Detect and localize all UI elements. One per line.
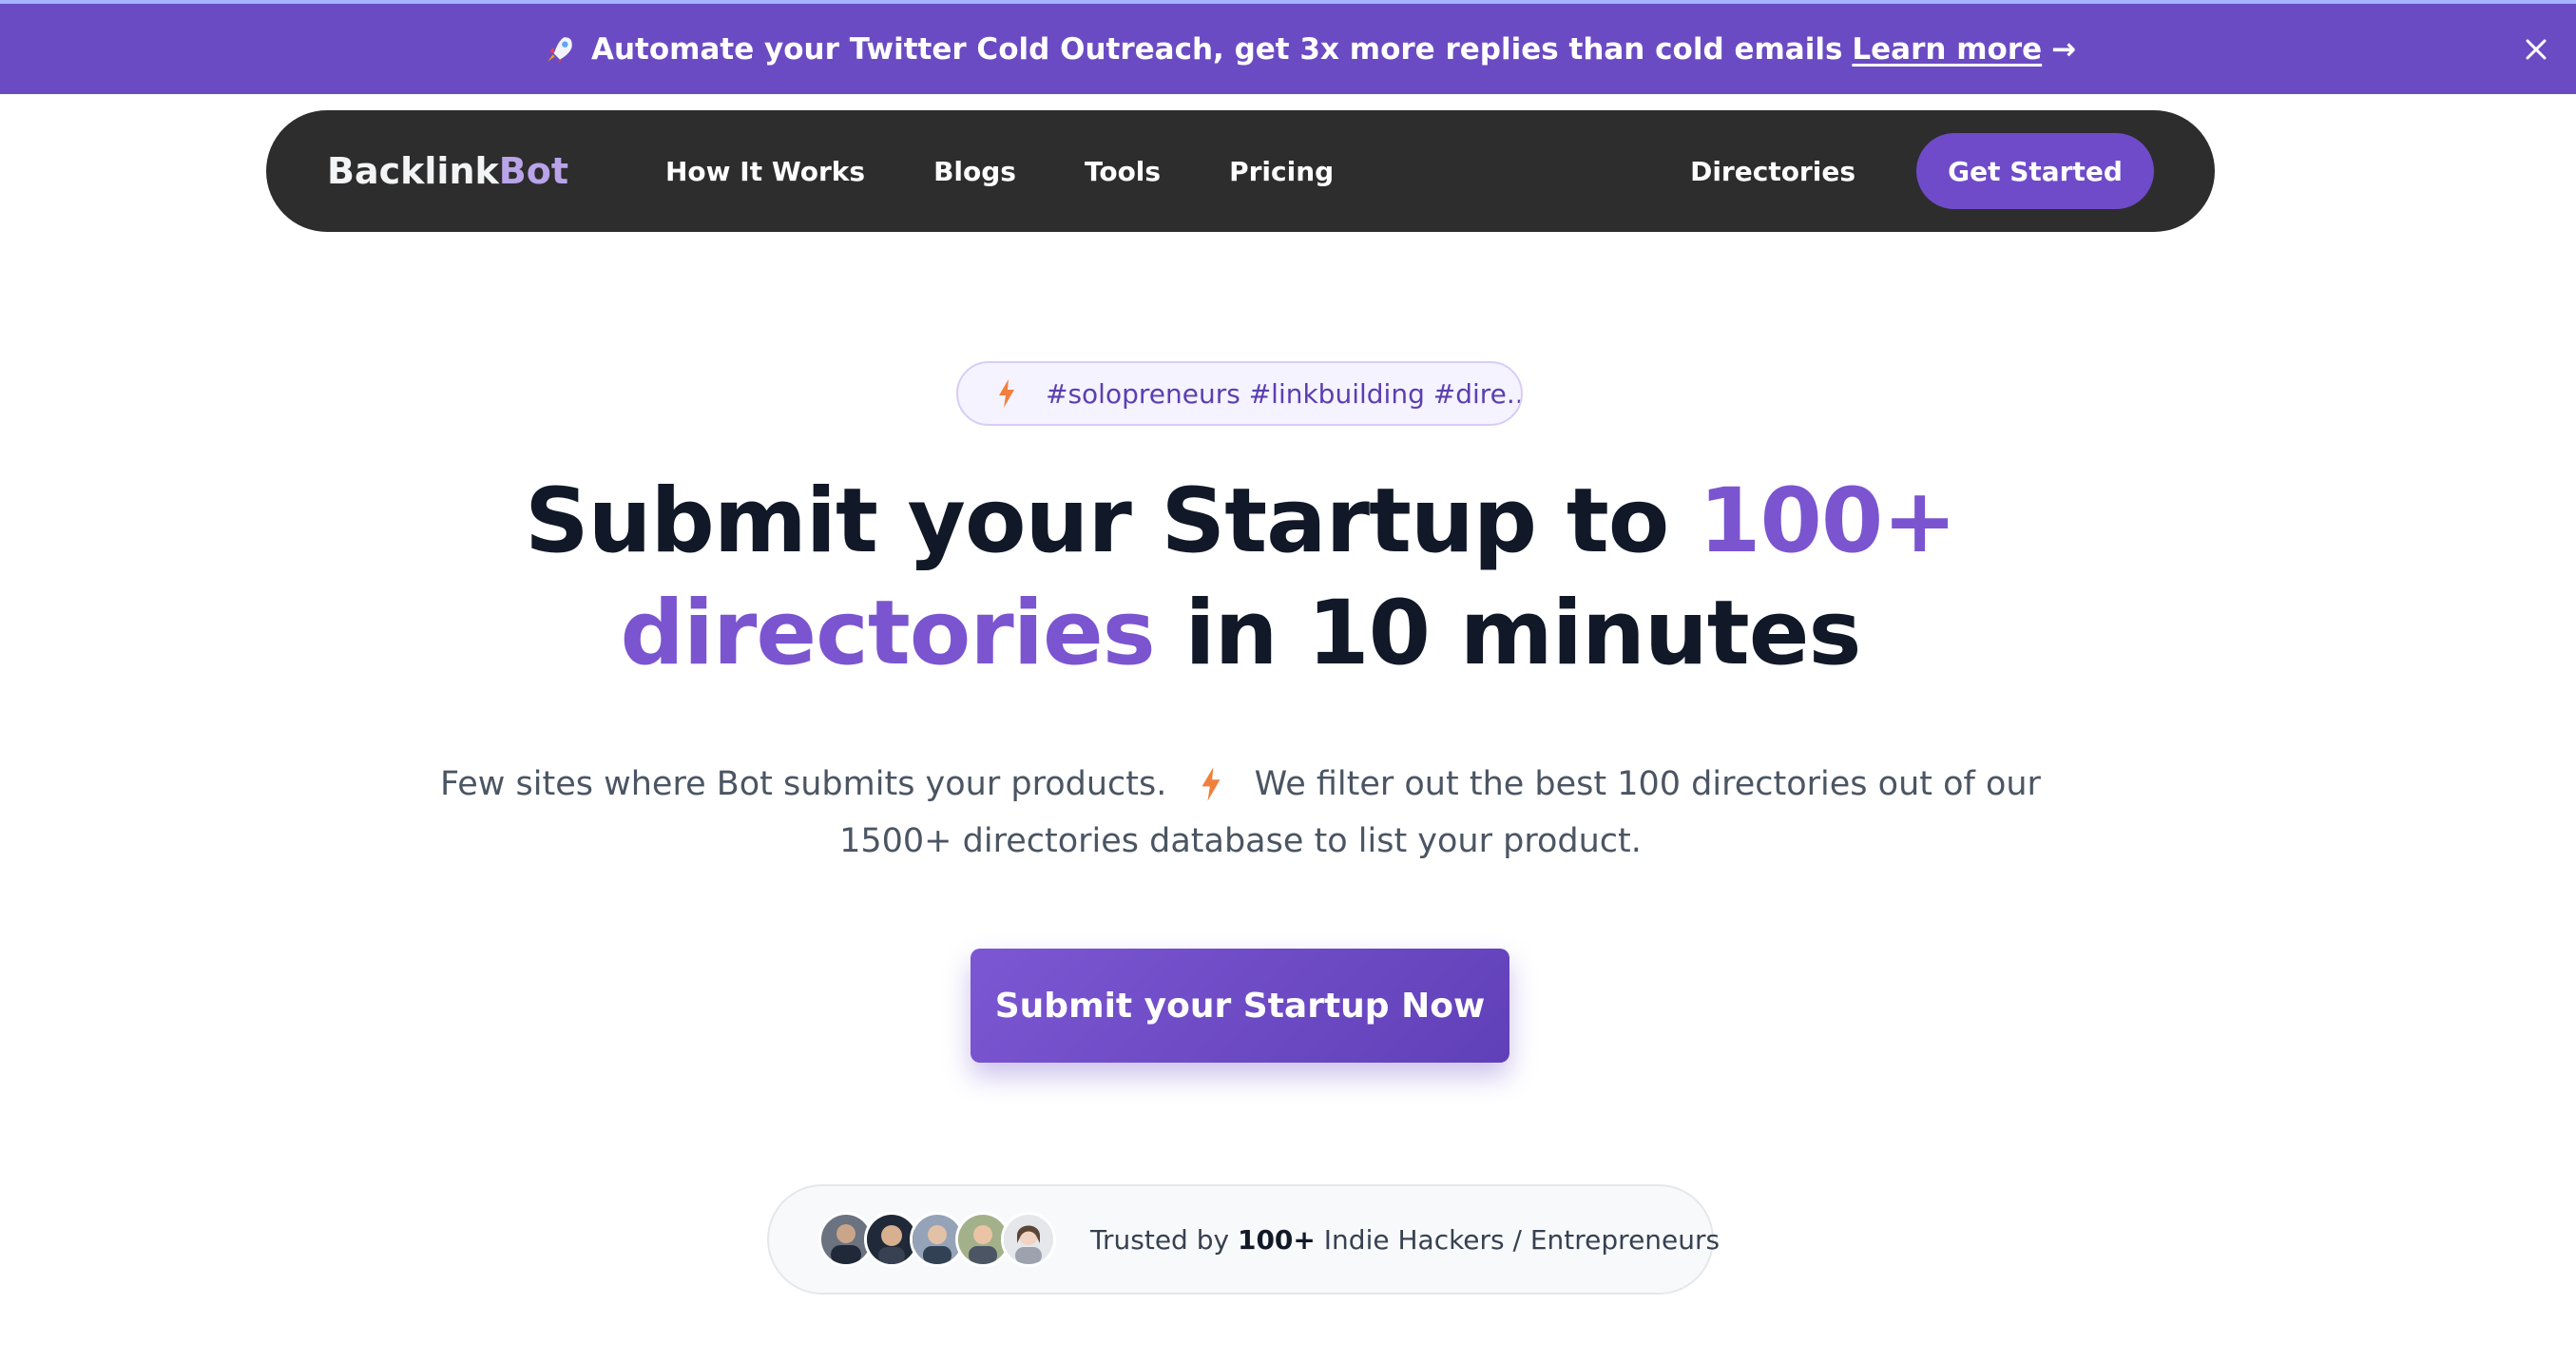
learn-more-link[interactable]: Learn more xyxy=(1852,32,2042,67)
submit-startup-button[interactable]: Submit your Startup Now xyxy=(971,949,1509,1063)
close-icon xyxy=(2526,39,2547,60)
arrow-right-icon: → xyxy=(2051,31,2077,67)
nav-link-pricing[interactable]: Pricing xyxy=(1229,156,1334,187)
hero-subtext: Few sites where Bot submits your product… xyxy=(409,756,2072,870)
trusted-badge: Trusted by 100+ Indie Hackers / Entrepre… xyxy=(767,1184,1720,1295)
get-started-button[interactable]: Get Started xyxy=(1916,133,2154,209)
lightning-icon xyxy=(999,379,1014,408)
nav-right: Directories Get Started xyxy=(1690,110,2154,232)
hashtag-text: #solopreneurs #linkbuilding #dire... xyxy=(1046,377,1523,410)
banner-text: Automate your Twitter Cold Outreach, get… xyxy=(591,31,1843,67)
trusted-count: 100+ xyxy=(1237,1223,1316,1256)
nav-link-tools[interactable]: Tools xyxy=(1085,156,1161,187)
close-banner-button[interactable] xyxy=(2519,32,2553,67)
trusted-text: Trusted by 100+ Indie Hackers / Entrepre… xyxy=(1090,1224,1720,1256)
hashtag-pill: #solopreneurs #linkbuilding #dire... xyxy=(956,361,1523,426)
trusted-suffix: Indie Hackers / Entrepreneurs xyxy=(1315,1223,1721,1256)
nav-links: How It Works Blogs Tools Pricing xyxy=(665,110,1402,232)
headline-part-1: Submit your Startup to xyxy=(524,470,1700,573)
avatar-group xyxy=(818,1212,1056,1267)
logo-part-bot: Bot xyxy=(498,150,569,192)
nav-link-how-it-works[interactable]: How It Works xyxy=(665,156,865,187)
rocket-icon xyxy=(548,36,572,64)
avatar xyxy=(1001,1212,1056,1267)
headline-accent-1: 100+ xyxy=(1699,470,1957,573)
main-nav: Backlink Bot How It Works Blogs Tools Pri… xyxy=(266,110,2215,232)
announcement-banner: Automate your Twitter Cold Outreach, get… xyxy=(0,0,2576,94)
banner-content: Automate your Twitter Cold Outreach, get… xyxy=(544,4,2076,94)
hero-headline: Submit your Startup to 100+ directories … xyxy=(285,466,2196,690)
subtext-part-1: Few sites where Bot submits your product… xyxy=(440,765,1167,803)
logo[interactable]: Backlink Bot xyxy=(327,110,568,232)
lightning-icon xyxy=(1201,767,1220,801)
nav-link-blogs[interactable]: Blogs xyxy=(933,156,1016,187)
trusted-prefix: Trusted by xyxy=(1090,1223,1238,1256)
headline-accent-2: directories xyxy=(620,582,1156,685)
nav-link-directories[interactable]: Directories xyxy=(1690,156,1855,187)
logo-part-backlink: Backlink xyxy=(327,150,499,192)
headline-part-2: in 10 minutes xyxy=(1154,582,1861,685)
